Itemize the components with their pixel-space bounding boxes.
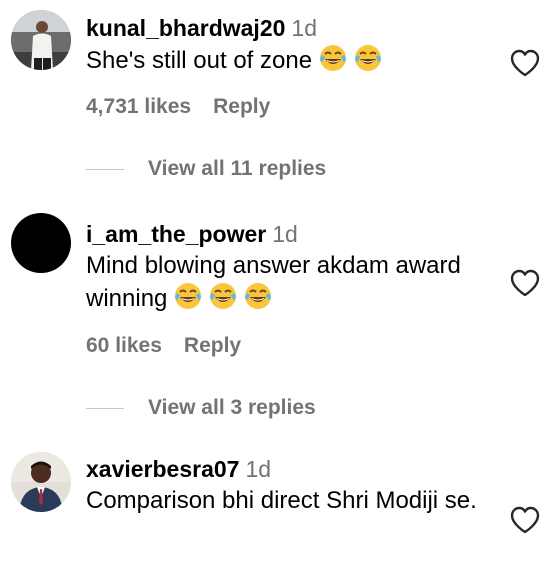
timestamp: 1d: [291, 15, 318, 41]
avatar[interactable]: [11, 213, 71, 273]
comment-item: i_am_the_power 1d Mind blowing answer akd…: [0, 200, 557, 430]
face-with-tears-of-joy-icon: [209, 282, 237, 310]
view-replies-button[interactable]: View all 3 replies: [86, 393, 316, 423]
heart-outline-icon[interactable]: [510, 49, 540, 77]
view-replies-label: View all 3 replies: [148, 396, 316, 419]
comment-header: xavierbesra07 1d: [86, 455, 497, 483]
comment-actions: 60 likes Reply: [86, 334, 241, 358]
comment-text: Comparison bhi direct Shri Modiji se.: [86, 485, 486, 517]
view-replies-label: View all 11 replies: [148, 157, 327, 180]
heart-outline-icon[interactable]: [510, 269, 540, 297]
comment-header: kunal_bhardwaj20 1d: [86, 14, 497, 42]
comment-header: i_am_the_power 1d: [86, 220, 497, 248]
reply-button[interactable]: Reply: [184, 334, 241, 358]
comment-item: xavierbesra07 1d Comparison bhi direct Sh…: [0, 438, 557, 562]
heart-outline-icon[interactable]: [510, 506, 540, 534]
comment-text: She's still out of zone: [86, 44, 497, 77]
username[interactable]: kunal_bhardwaj20: [86, 15, 285, 41]
comment-text-content: Mind blowing answer akdam award winning: [86, 252, 461, 312]
comment-item: kunal_bhardwaj20 1d She's still out of zo…: [0, 0, 557, 180]
likes-count[interactable]: 60 likes: [86, 334, 162, 358]
username[interactable]: i_am_the_power: [86, 221, 266, 247]
face-with-tears-of-joy-icon: [354, 44, 382, 72]
view-replies-button[interactable]: View all 11 replies: [86, 154, 326, 184]
reply-button[interactable]: Reply: [213, 95, 270, 119]
username[interactable]: xavierbesra07: [86, 456, 239, 482]
comment-text: Mind blowing answer akdam award winning: [86, 250, 506, 315]
comment-body: kunal_bhardwaj20 1d She's still out of zo…: [86, 14, 497, 77]
comment-actions: 4,731 likes Reply: [86, 95, 270, 119]
timestamp: 1d: [245, 456, 272, 482]
avatar[interactable]: [11, 452, 71, 512]
face-with-tears-of-joy-icon: [319, 44, 347, 72]
timestamp: 1d: [272, 221, 298, 247]
comment-body: xavierbesra07 1d Comparison bhi direct Sh…: [86, 455, 497, 517]
comment-text-content: She's still out of zone: [86, 47, 313, 74]
divider-line: [86, 407, 124, 409]
face-with-tears-of-joy-icon: [244, 282, 272, 310]
likes-count[interactable]: 4,731 likes: [86, 95, 191, 119]
comment-text-content: Comparison bhi direct Shri Modiji se.: [86, 487, 477, 514]
divider-line: [86, 168, 124, 170]
face-with-tears-of-joy-icon: [174, 282, 202, 310]
avatar[interactable]: [11, 10, 71, 70]
comment-body: i_am_the_power 1d Mind blowing answer akd…: [86, 220, 497, 315]
